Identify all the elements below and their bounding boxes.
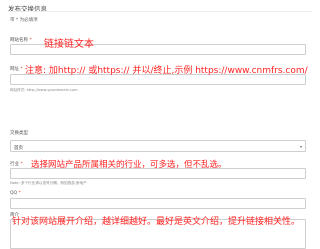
qq-input[interactable] [10, 198, 306, 209]
industry-label-text: 行业 [10, 162, 19, 167]
intro-value: 针对该网站展开介绍，越详细越好。最好是英文介绍，提升链接相关性。 [12, 217, 301, 227]
exchange-type-label: 交换类型 [10, 131, 28, 136]
required-note: 带 * 为必填项 [10, 18, 38, 23]
exchange-type-value: 首页 [14, 146, 23, 151]
url-hint: 网址样式: http://www.yourdomain.com [10, 88, 78, 92]
url-label: 网址 * [10, 66, 23, 72]
industry-hint: Note: 多个行业请以逗号分隔，例如旅游,房地产 [10, 181, 87, 185]
chevron-down-icon: ▾ [299, 144, 302, 149]
link-name-label-text: 网站名称 [10, 38, 28, 43]
url-value: 注意: 加http:// 或https:// 并以/终止,示例 https://… [25, 66, 308, 76]
required-star: * [18, 191, 21, 196]
industry-label: 行业 * [10, 161, 23, 167]
required-star: * [20, 67, 23, 72]
link-name-value: 链接链文本 [44, 39, 94, 50]
industry-value: 选择网站产品所属相关的行业，可多选，但不乱选。 [31, 160, 227, 170]
required-star: * [20, 162, 23, 167]
url-label-text: 网址 [10, 67, 19, 72]
link-name-label: 网站名称 * [10, 37, 32, 43]
qq-label: QQ * [10, 191, 21, 196]
required-star: * [29, 38, 32, 43]
divider [8, 11, 312, 12]
qq-label-text: QQ [10, 191, 18, 196]
exchange-type-select[interactable] [10, 140, 306, 152]
